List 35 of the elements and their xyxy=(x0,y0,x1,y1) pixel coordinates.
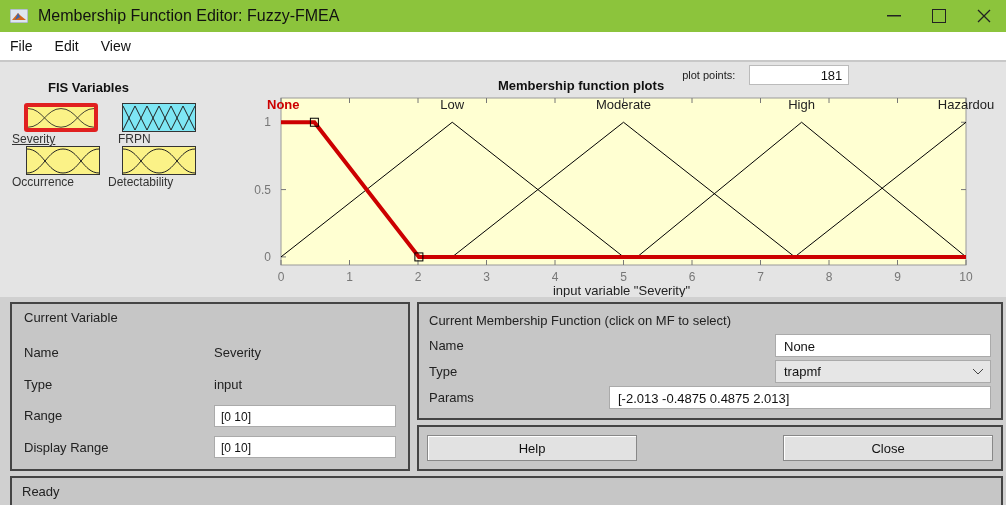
x-tick-label: 4 xyxy=(551,270,559,284)
status-text: Ready xyxy=(22,484,60,499)
field-value: input xyxy=(214,376,244,392)
window-title: Membership Function Editor: Fuzzy-FMEA xyxy=(38,7,341,25)
field-value: Severity xyxy=(214,345,262,361)
x-tick-label: 10 xyxy=(959,270,973,284)
y-tick-label: 1 xyxy=(264,115,271,130)
panel-title: Current Membership Function (click on MF to select) xyxy=(429,312,732,328)
x-tick-label: 1 xyxy=(346,270,353,284)
variable-label: Occurrence xyxy=(12,175,75,189)
x-tick-label: 6 xyxy=(688,270,696,284)
variable-label: Severity xyxy=(12,132,56,146)
x-tick-label: 5 xyxy=(620,270,627,284)
variable-label: FRPN xyxy=(118,132,151,146)
field-label: Name xyxy=(24,345,60,361)
variable-label: Detectability xyxy=(108,175,174,189)
field-label: Name xyxy=(429,337,465,353)
x-tick-label: 2 xyxy=(414,270,422,284)
x-tick-label: 3 xyxy=(483,270,490,284)
y-tick-label: 0 xyxy=(264,249,271,264)
x-tick-label: 9 xyxy=(894,270,901,284)
field-label: Type xyxy=(429,363,459,379)
x-tick-label: 8 xyxy=(825,270,833,284)
y-tick-label: 0.5 xyxy=(254,182,271,197)
panel-title: Current Variable xyxy=(24,310,119,325)
panel-title: FIS Variables xyxy=(48,80,130,95)
plot-points-label: plot points: xyxy=(682,68,736,81)
field-label: Range xyxy=(24,408,64,424)
chart-title: Membership function plots xyxy=(498,78,665,93)
field-label: Display Range xyxy=(24,439,110,455)
x-axis-label: input variable "Severity" xyxy=(552,283,691,298)
x-tick-label: 7 xyxy=(757,270,764,284)
field-label: Params xyxy=(429,389,475,405)
x-tick-label: 0 xyxy=(277,270,285,284)
field-label: Type xyxy=(24,376,54,392)
